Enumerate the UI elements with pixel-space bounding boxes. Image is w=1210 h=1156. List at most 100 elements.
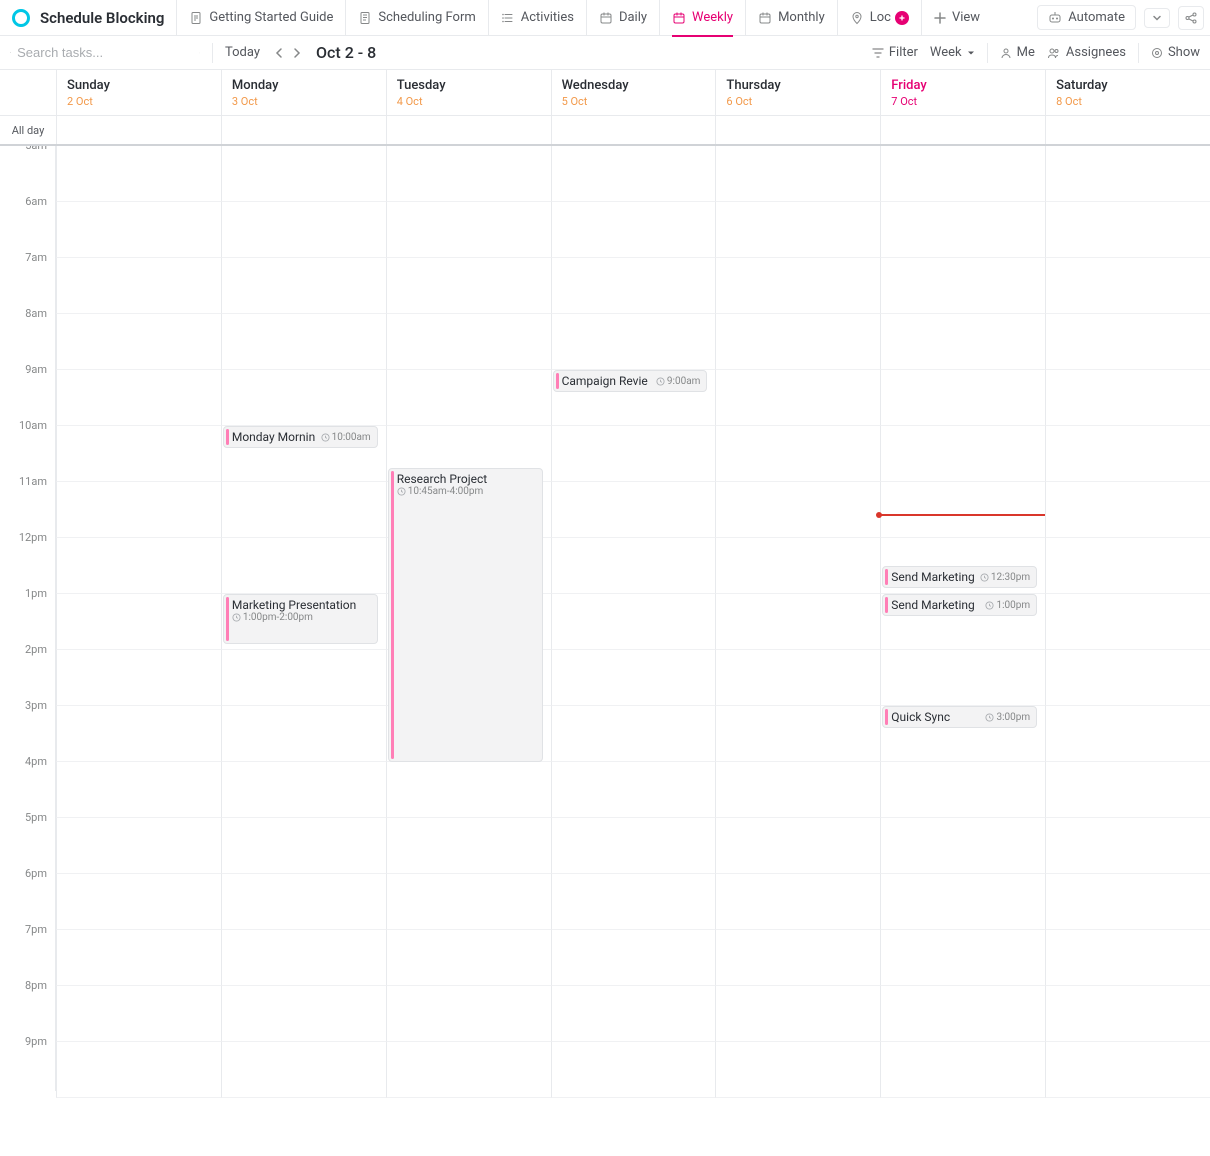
hour-cell[interactable]	[551, 202, 716, 258]
hour-cell[interactable]	[880, 482, 1045, 538]
tab-loc[interactable]: Loc	[838, 0, 922, 36]
hour-cell[interactable]	[386, 146, 551, 202]
event[interactable]: Marketing Presentation 1:00pm-2:00pm	[223, 594, 378, 644]
hour-cell[interactable]	[551, 426, 716, 482]
hour-cell[interactable]	[551, 258, 716, 314]
hour-cell[interactable]	[715, 426, 880, 482]
day-header-sunday[interactable]: Sunday2 Oct	[56, 70, 221, 116]
hour-cell[interactable]	[715, 482, 880, 538]
hour-cell[interactable]	[221, 146, 386, 202]
hour-cell[interactable]	[221, 314, 386, 370]
hour-cell[interactable]	[56, 426, 221, 482]
me-button[interactable]: Me	[1000, 45, 1035, 60]
hour-cell[interactable]	[715, 930, 880, 986]
hour-cell[interactable]	[56, 762, 221, 818]
hour-cell[interactable]	[880, 314, 1045, 370]
day-header-saturday[interactable]: Saturday8 Oct	[1045, 70, 1210, 116]
event[interactable]: Monday Mornin10:00am	[223, 426, 378, 448]
hour-cell[interactable]	[880, 762, 1045, 818]
hour-cell[interactable]	[221, 1042, 386, 1098]
hour-cell[interactable]	[221, 650, 386, 706]
hour-cell[interactable]	[551, 818, 716, 874]
hour-cell[interactable]	[56, 650, 221, 706]
tab-getting-started-guide[interactable]: Getting Started Guide	[177, 0, 346, 36]
day-header-thursday[interactable]: Thursday6 Oct	[715, 70, 880, 116]
hour-cell[interactable]	[386, 370, 551, 426]
hour-cell[interactable]	[1045, 426, 1210, 482]
hour-cell[interactable]	[386, 818, 551, 874]
tab-weekly[interactable]: Weekly	[660, 0, 746, 36]
hour-cell[interactable]	[56, 202, 221, 258]
hour-cell[interactable]	[880, 426, 1045, 482]
allday-cell[interactable]	[221, 116, 386, 144]
hour-cell[interactable]	[56, 874, 221, 930]
hour-cell[interactable]	[880, 370, 1045, 426]
event[interactable]: Send Marketing1:00pm	[882, 594, 1037, 616]
hour-cell[interactable]	[715, 146, 880, 202]
tab-monthly[interactable]: Monthly	[746, 0, 838, 36]
hour-cell[interactable]	[880, 874, 1045, 930]
hour-cell[interactable]	[221, 986, 386, 1042]
hour-cell[interactable]	[715, 314, 880, 370]
hour-cell[interactable]	[551, 1042, 716, 1098]
hour-cell[interactable]	[56, 594, 221, 650]
hour-cell[interactable]	[715, 818, 880, 874]
search-input[interactable]	[17, 45, 193, 60]
hour-cell[interactable]	[880, 818, 1045, 874]
hour-cell[interactable]	[1045, 370, 1210, 426]
hour-cell[interactable]	[1045, 818, 1210, 874]
hour-cell[interactable]	[386, 1042, 551, 1098]
allday-cell[interactable]	[1045, 116, 1210, 144]
hour-cell[interactable]	[56, 314, 221, 370]
hour-cell[interactable]	[56, 370, 221, 426]
hour-cell[interactable]	[715, 594, 880, 650]
hour-cell[interactable]	[551, 930, 716, 986]
hour-cell[interactable]	[551, 482, 716, 538]
hour-cell[interactable]	[56, 482, 221, 538]
hour-cell[interactable]	[1045, 1042, 1210, 1098]
hour-cell[interactable]	[715, 706, 880, 762]
allday-cell[interactable]	[880, 116, 1045, 144]
hour-cell[interactable]	[551, 706, 716, 762]
hour-cell[interactable]	[715, 762, 880, 818]
hour-cell[interactable]	[221, 874, 386, 930]
hour-cell[interactable]	[880, 650, 1045, 706]
tab-daily[interactable]: Daily	[587, 0, 660, 36]
today-button[interactable]: Today	[225, 45, 260, 60]
hour-cell[interactable]	[221, 706, 386, 762]
hour-cell[interactable]	[1045, 930, 1210, 986]
hour-cell[interactable]	[221, 762, 386, 818]
hour-cell[interactable]	[56, 538, 221, 594]
hour-cell[interactable]	[551, 146, 716, 202]
hour-cell[interactable]	[386, 314, 551, 370]
tab-scheduling-form[interactable]: Scheduling Form	[346, 0, 488, 36]
hour-cell[interactable]	[386, 930, 551, 986]
hour-cell[interactable]	[221, 482, 386, 538]
hour-cell[interactable]	[56, 1042, 221, 1098]
event[interactable]: Research Project 10:45am-4:00pm	[388, 468, 543, 762]
hour-cell[interactable]	[715, 986, 880, 1042]
hour-cell[interactable]	[715, 1042, 880, 1098]
hour-cell[interactable]	[1045, 314, 1210, 370]
event[interactable]: Send Marketing12:30pm	[882, 566, 1037, 588]
automate-button[interactable]: Automate	[1037, 5, 1136, 30]
day-header-friday[interactable]: Friday7 Oct	[880, 70, 1045, 116]
hour-cell[interactable]	[1045, 258, 1210, 314]
hour-cell[interactable]	[56, 930, 221, 986]
next-week-button[interactable]	[290, 46, 304, 60]
hour-cell[interactable]	[715, 370, 880, 426]
search-box[interactable]	[10, 45, 200, 60]
automate-dropdown[interactable]	[1144, 8, 1170, 28]
hour-cell[interactable]	[1045, 874, 1210, 930]
hour-cell[interactable]	[221, 818, 386, 874]
event[interactable]: Campaign Revie9:00am	[553, 370, 708, 392]
show-button[interactable]: Show	[1151, 45, 1200, 60]
share-button[interactable]	[1178, 6, 1204, 30]
hour-cell[interactable]	[386, 202, 551, 258]
hour-cell[interactable]	[1045, 706, 1210, 762]
day-header-monday[interactable]: Monday3 Oct	[221, 70, 386, 116]
hour-cell[interactable]	[221, 538, 386, 594]
hour-cell[interactable]	[1045, 594, 1210, 650]
hour-cell[interactable]	[715, 258, 880, 314]
allday-cell[interactable]	[386, 116, 551, 144]
